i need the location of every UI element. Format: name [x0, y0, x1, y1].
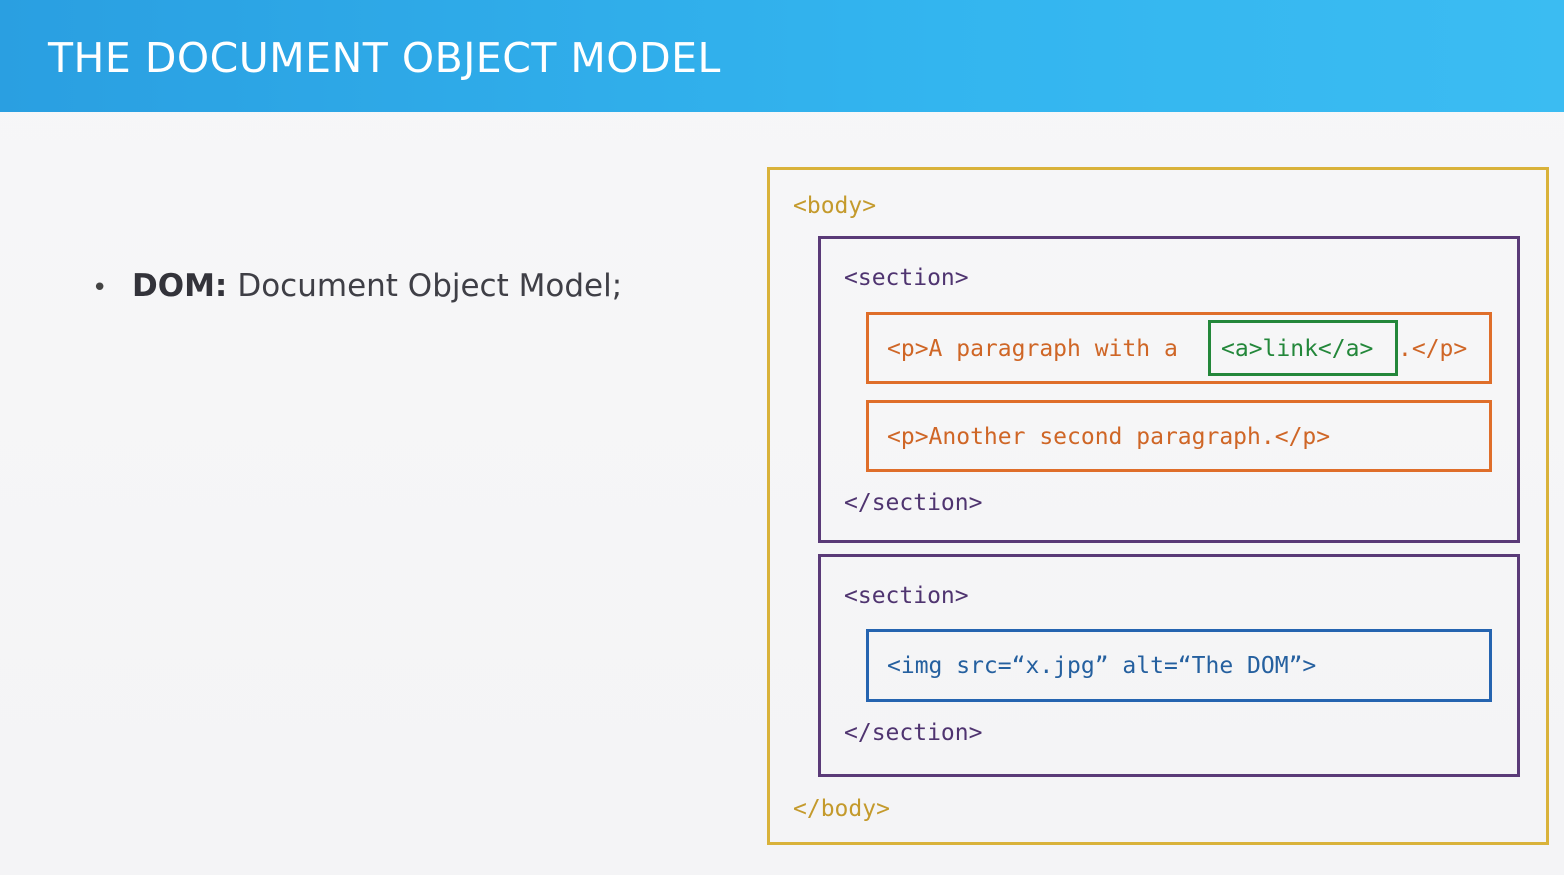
image-tag: <img src=“x.jpg” alt=“The DOM”>	[887, 653, 1317, 679]
bullet-dot-icon: •	[92, 273, 108, 303]
section2-close-tag: </section>	[844, 720, 983, 746]
paragraph2-tag: <p>Another second paragraph.</p>	[887, 424, 1331, 450]
link-tag: <a>link</a>	[1221, 336, 1374, 362]
paragraph1-suffix: .</p>	[1398, 336, 1468, 362]
bullet-description: Document Object Model;	[237, 268, 623, 304]
body-close-tag: </body>	[793, 796, 890, 822]
bullet-item: • DOM: Document Object Model;	[92, 268, 622, 304]
body-open-tag: <body>	[793, 193, 877, 219]
page-title: THE DOCUMENT OBJECT MODEL	[48, 34, 721, 82]
section2-open-tag: <section>	[844, 583, 969, 609]
paragraph1-prefix: <p>A paragraph with a	[887, 336, 1178, 362]
title-bar: THE DOCUMENT OBJECT MODEL	[0, 0, 1564, 112]
section1-close-tag: </section>	[844, 490, 983, 516]
bullet-term: DOM:	[132, 268, 228, 304]
section1-open-tag: <section>	[844, 265, 969, 291]
